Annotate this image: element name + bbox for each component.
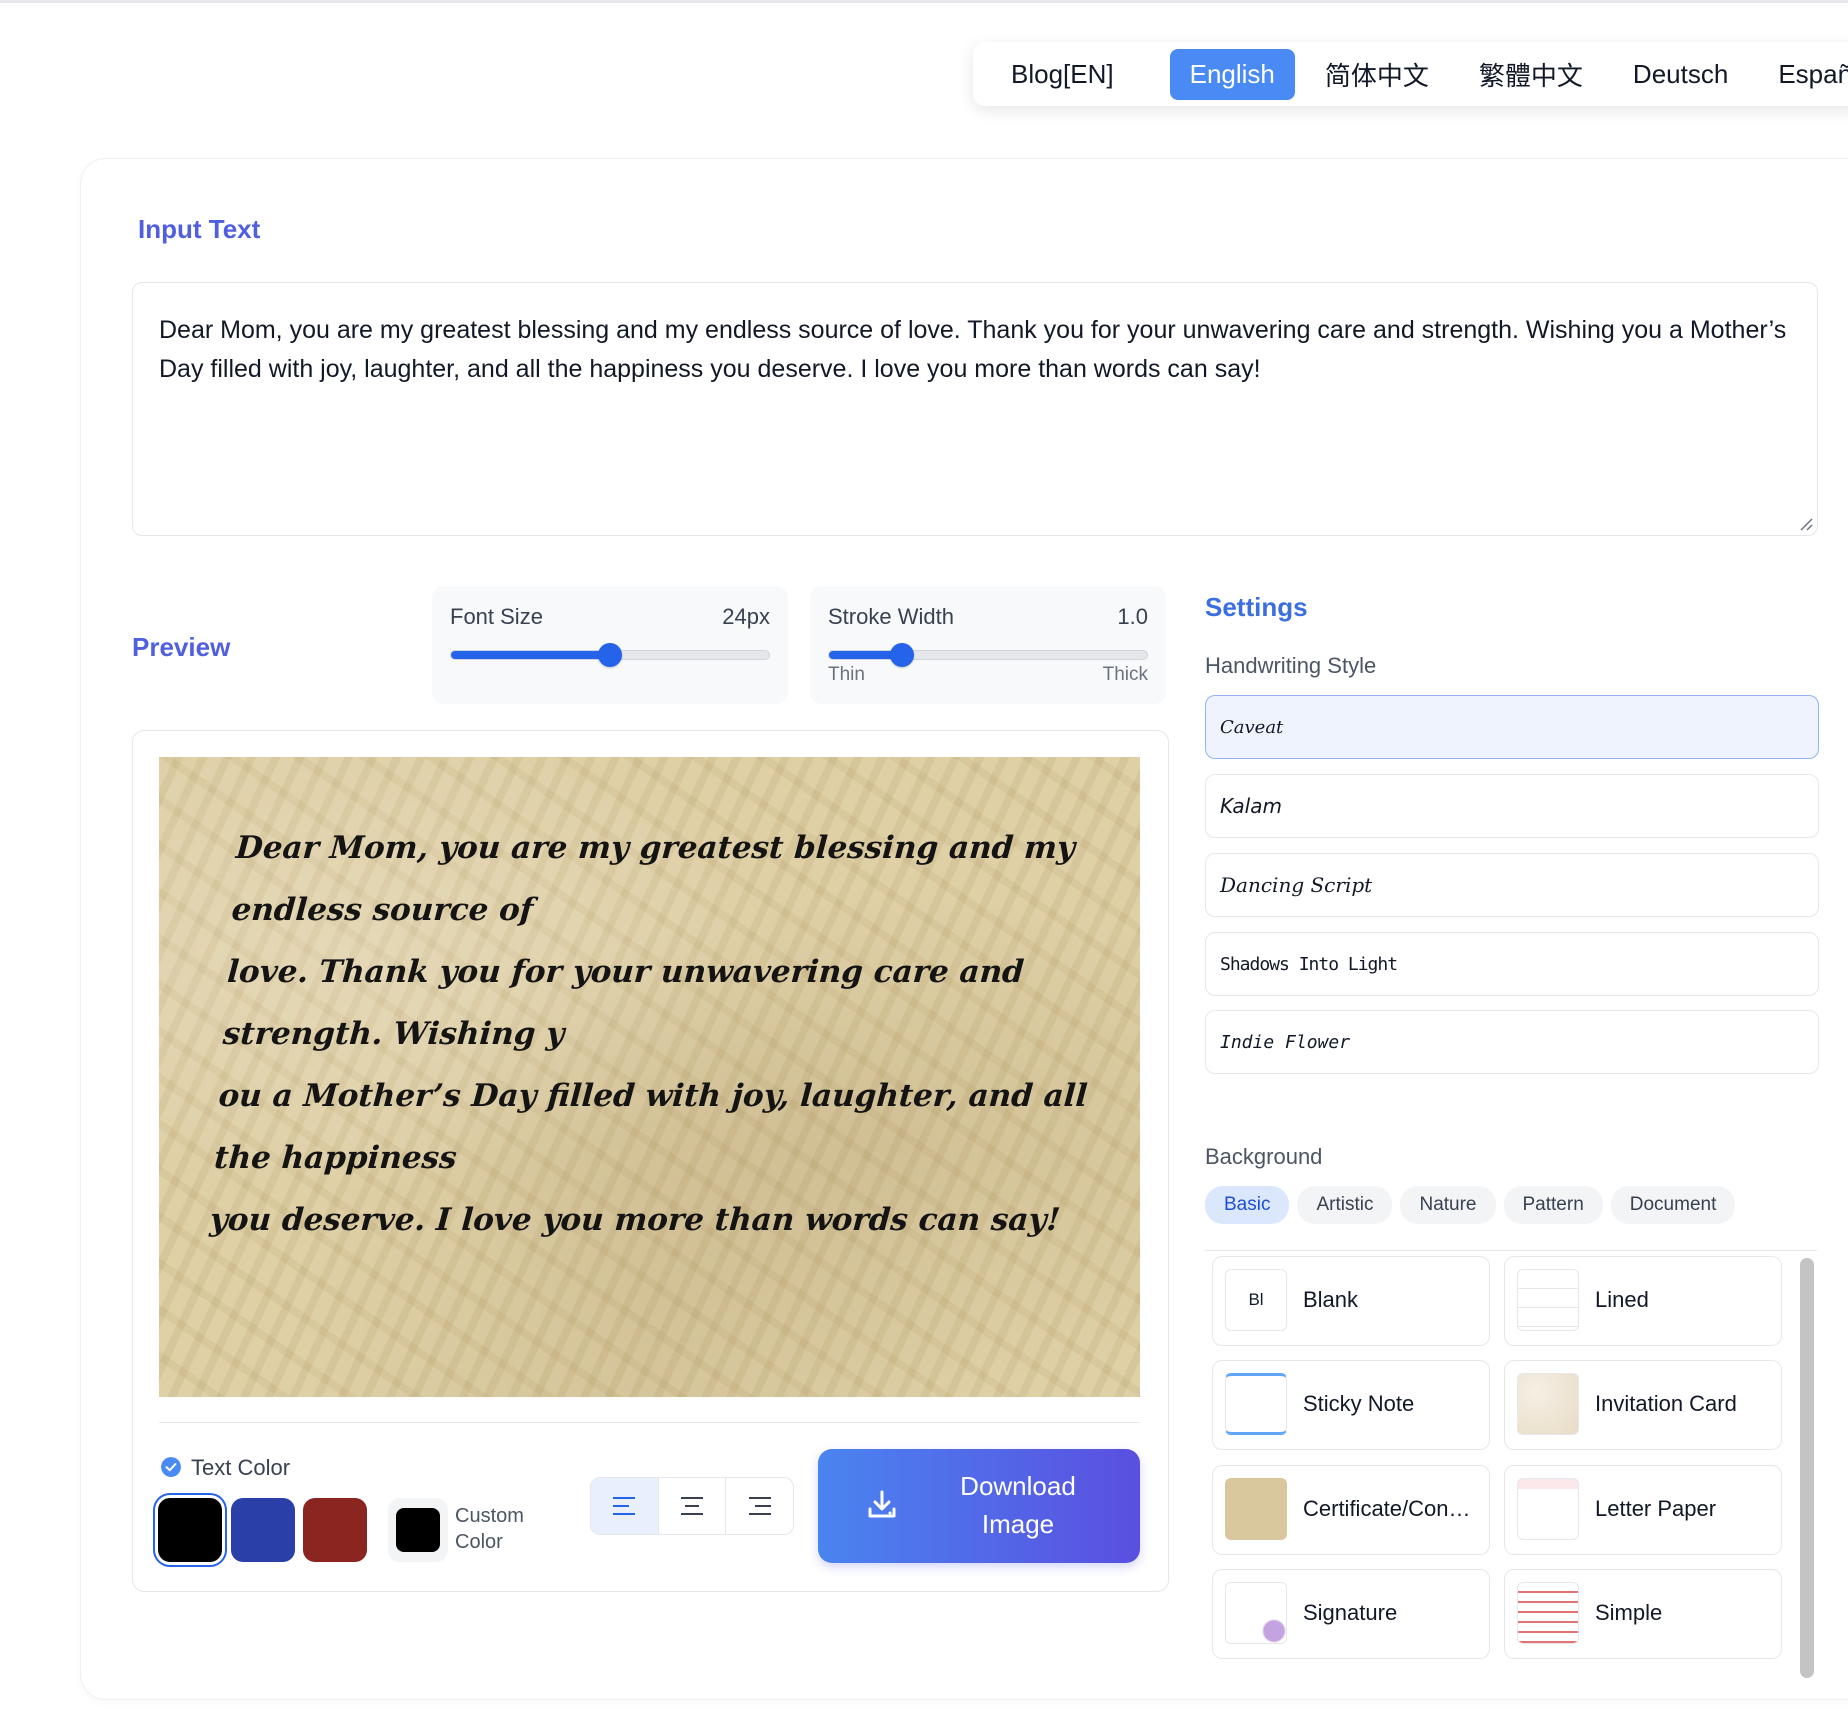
download-label-line1: Download <box>960 1471 1076 1501</box>
style-option-kalam[interactable]: Kalam <box>1205 774 1819 838</box>
preview-line: ou a Mother’s Day filled with joy, laugh… <box>213 1078 1089 1176</box>
bg-option-signature[interactable]: Signature <box>1212 1569 1490 1659</box>
custom-color-label-line1: Custom <box>455 1505 524 1527</box>
nav-lang-traditional-chinese[interactable]: 繁體中文 <box>1459 46 1603 103</box>
language-nav: Blog[EN] English 简体中文 繁體中文 Deutsch Españ… <box>973 42 1848 106</box>
bg-option-invitation-card[interactable]: Invitation Card <box>1504 1360 1782 1450</box>
download-label-line2: Image <box>981 1509 1055 1539</box>
bg-option-name: Certificate/Con… <box>1303 1496 1471 1521</box>
preview-line: you deserve. I love you more than words … <box>208 1202 1062 1238</box>
align-right-icon <box>748 1497 771 1515</box>
style-option-label: Kalam <box>1220 794 1282 818</box>
stroke-min-label: Thin <box>828 664 865 685</box>
style-option-label: Dancing Script <box>1220 873 1373 897</box>
stroke-width-label: Stroke Width <box>828 604 954 629</box>
stroke-max-label: Thick <box>1102 664 1148 685</box>
style-option-dancing-script[interactable]: Dancing Script <box>1205 853 1819 917</box>
style-option-indie-flower[interactable]: Indie Flower <box>1205 1010 1819 1074</box>
font-size-label: Font Size <box>450 604 543 629</box>
bg-option-letter-paper[interactable]: Letter Paper <box>1504 1465 1782 1555</box>
preview-handwriting-text: Dear Mom, you are my greatest blessing a… <box>208 817 1118 1251</box>
color-swatch-black[interactable] <box>158 1498 222 1562</box>
bg-option-blank[interactable]: Bl Blank <box>1212 1256 1490 1346</box>
handwriting-style-label: Handwriting Style <box>1205 653 1377 678</box>
preview-title: Preview <box>132 632 231 662</box>
preview-line: love. Thank you for your unwavering care… <box>221 954 1026 1052</box>
bg-tab-pattern[interactable]: Pattern <box>1503 1186 1603 1224</box>
bg-thumb-sticky-note <box>1225 1373 1287 1435</box>
color-swatch-red[interactable] <box>303 1498 367 1562</box>
custom-color-label: Custom Color <box>455 1503 524 1555</box>
bg-option-sticky-note[interactable]: Sticky Note <box>1212 1360 1490 1450</box>
align-left-button[interactable] <box>591 1478 659 1534</box>
input-text-title: Input Text <box>138 214 261 244</box>
custom-color-label-line2: Color <box>455 1531 503 1553</box>
bg-option-lined[interactable]: Lined <box>1504 1256 1782 1346</box>
input-textarea[interactable]: Dear Mom, you are my greatest blessing a… <box>132 282 1818 536</box>
bg-option-name: Invitation Card <box>1595 1391 1737 1416</box>
color-swatch-blue[interactable] <box>231 1498 295 1562</box>
bg-option-name: Letter Paper <box>1595 1496 1717 1521</box>
nav-lang-deutsch[interactable]: Deutsch <box>1613 49 1748 100</box>
font-size-slider-thumb[interactable] <box>598 643 622 667</box>
bg-thumb-blank: Bl <box>1225 1269 1287 1331</box>
background-label: Background <box>1205 1144 1323 1169</box>
bg-option-name: Sticky Note <box>1303 1391 1415 1416</box>
nav-blog-link[interactable]: Blog[EN] <box>991 49 1134 100</box>
bg-option-name: Lined <box>1595 1287 1649 1312</box>
align-center-button[interactable] <box>659 1478 727 1534</box>
bg-tab-document[interactable]: Document <box>1610 1186 1736 1224</box>
download-image-button[interactable]: Download Image <box>818 1449 1140 1563</box>
stroke-width-value: 1.0 <box>1117 604 1148 629</box>
bg-tab-basic[interactable]: Basic <box>1205 1186 1290 1224</box>
align-left-icon <box>613 1497 636 1515</box>
bg-option-name: Signature <box>1303 1600 1398 1625</box>
bg-tab-nature[interactable]: Nature <box>1400 1186 1496 1224</box>
background-scrollbar[interactable] <box>1800 1258 1814 1678</box>
bg-option-name: Simple <box>1595 1600 1663 1625</box>
preview-divider <box>159 1422 1140 1423</box>
background-tabs: Basic Artistic Nature Pattern Document <box>1205 1186 1736 1224</box>
bg-option-name: Blank <box>1303 1287 1359 1312</box>
preview-line: Dear Mom, you are my greatest blessing a… <box>230 830 1077 928</box>
style-option-label: Shadows Into Light <box>1220 953 1398 975</box>
bg-thumb-simple <box>1517 1582 1579 1644</box>
preview-paper: Dear Mom, you are my greatest blessing a… <box>159 757 1140 1397</box>
align-right-button[interactable] <box>726 1478 793 1534</box>
bg-tab-artistic[interactable]: Artistic <box>1297 1186 1393 1224</box>
font-size-panel: Font Size 24px <box>432 586 788 704</box>
font-size-slider-fill <box>451 651 610 659</box>
resize-handle-icon[interactable] <box>1799 517 1813 531</box>
stroke-width-panel: Stroke Width 1.0 Thin Thick <box>810 586 1166 704</box>
custom-color-picker[interactable] <box>388 1498 448 1562</box>
bg-option-simple[interactable]: Simple <box>1504 1569 1782 1659</box>
align-center-icon <box>681 1497 703 1515</box>
bg-thumb-signature <box>1225 1582 1287 1644</box>
download-button-label: Download Image <box>918 1467 1118 1543</box>
download-icon <box>868 1490 896 1518</box>
style-option-caveat[interactable]: Caveat <box>1205 695 1819 759</box>
bg-option-certificate[interactable]: Certificate/Con… <box>1212 1465 1490 1555</box>
bg-thumb-invitation-card <box>1517 1373 1579 1435</box>
settings-title: Settings <box>1205 592 1308 622</box>
bg-thumb-abbr: Bl <box>1248 1290 1264 1309</box>
custom-color-swatch[interactable] <box>396 1508 440 1552</box>
nav-lang-espanol[interactable]: Español <box>1758 49 1848 100</box>
style-option-shadows-into-light[interactable]: Shadows Into Light <box>1205 932 1819 996</box>
text-color-label: Text Color <box>191 1455 291 1480</box>
nav-lang-simplified-chinese[interactable]: 简体中文 <box>1305 46 1449 103</box>
style-option-label: Caveat <box>1220 716 1284 738</box>
alignment-group <box>590 1477 794 1535</box>
check-circle-icon <box>161 1457 181 1477</box>
font-size-slider[interactable] <box>450 643 770 667</box>
top-border <box>0 0 1848 3</box>
stroke-width-slider[interactable] <box>828 643 1148 667</box>
nav-lang-english[interactable]: English <box>1169 48 1295 100</box>
font-size-value: 24px <box>722 604 770 629</box>
bg-thumb-letter-paper <box>1517 1478 1579 1540</box>
bg-thumb-lined <box>1517 1269 1579 1331</box>
input-textarea-value: Dear Mom, you are my greatest blessing a… <box>159 316 1787 383</box>
style-option-label: Indie Flower <box>1220 1031 1351 1053</box>
bg-thumb-certificate <box>1225 1478 1287 1540</box>
